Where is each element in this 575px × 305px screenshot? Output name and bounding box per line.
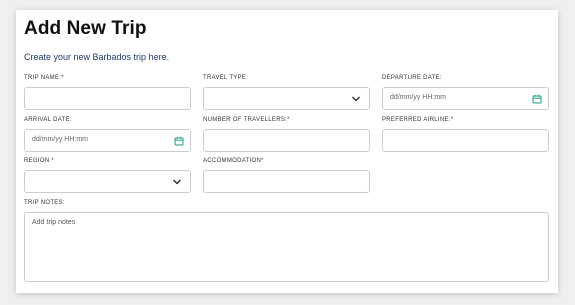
trip-notes-textarea[interactable]: Add trip notes (24, 212, 549, 282)
preferred-airline-input[interactable] (382, 129, 549, 152)
page-subtitle: Create your new Barbados trip here. (24, 52, 170, 62)
calendar-icon[interactable] (174, 136, 184, 146)
accommodation-label: ACCOMMODATION* (203, 158, 264, 164)
page-title: Add New Trip (24, 18, 147, 39)
departure-date-input[interactable]: dd/mm/yy HH:mm (382, 87, 549, 110)
arrival-date-label: ARRIVAL DATE: (24, 117, 72, 123)
travel-type-select[interactable] (203, 87, 370, 110)
travel-type-label: TRAVEL TYPE: (203, 75, 249, 81)
arrival-date-placeholder: dd/mm/yy HH:mm (32, 136, 88, 143)
trip-notes-label: TRIP NOTES: (24, 200, 65, 206)
arrival-date-input[interactable]: dd/mm/yy HH:mm (24, 129, 191, 152)
chevron-down-icon (352, 96, 360, 102)
trip-name-input[interactable] (24, 87, 191, 110)
trip-notes-placeholder: Add trip notes (32, 219, 76, 226)
number-of-travellers-label: NUMBER OF TRAVELLERS:* (203, 117, 290, 123)
chevron-down-icon (173, 179, 181, 185)
region-select[interactable] (24, 170, 191, 193)
departure-date-label: DEPARTURE DATE: (382, 75, 442, 81)
preferred-airline-label: PREFERRED AIRLINE:* (382, 117, 454, 123)
departure-date-placeholder: dd/mm/yy HH:mm (390, 94, 446, 101)
calendar-icon[interactable] (532, 94, 542, 104)
accommodation-input[interactable] (203, 170, 370, 193)
region-label: REGION * (24, 158, 55, 164)
number-of-travellers-input[interactable] (203, 129, 370, 152)
trip-name-label: TRIP NAME:* (24, 75, 64, 81)
